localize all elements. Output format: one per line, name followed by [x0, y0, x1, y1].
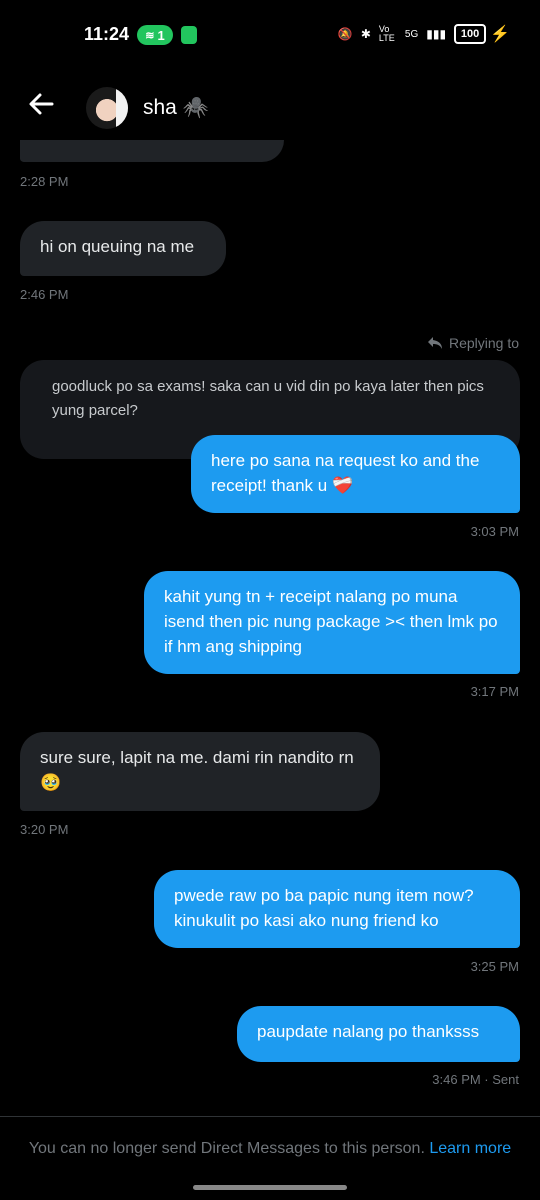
status-icons: 🔕 ✱ Vo LTE 5G ▮▮▮ 100 ⚡	[338, 24, 510, 44]
message-time: 3:17 PM	[470, 684, 519, 699]
reply-icon	[427, 337, 442, 349]
message-bubble-incoming[interactable]: hi on queuing na me	[20, 221, 226, 276]
charging-icon: ⚡	[490, 26, 510, 43]
arrow-left-icon[interactable]	[26, 89, 56, 119]
replying-to-label: Replying to	[427, 335, 519, 351]
wifi-icon: ≋	[145, 29, 155, 42]
learn-more-link[interactable]: Learn more	[429, 1140, 511, 1157]
battery-level: 100	[460, 28, 480, 40]
network-label: 5G	[404, 28, 419, 40]
message-bubble-incoming[interactable]: sure sure, lapit na me. dami rin nandito…	[20, 732, 380, 811]
message-time: 2:28 PM	[20, 174, 69, 189]
mute-icon: 🔕	[337, 27, 353, 41]
clock: 11:24	[84, 24, 130, 44]
contact-name[interactable]: sha 🕷️	[143, 96, 209, 120]
avatar[interactable]	[86, 87, 128, 129]
conversation-header: sha 🕷️	[0, 75, 540, 140]
hotspot-count: 1	[157, 27, 165, 43]
notice-text: You can no longer send Direct Messages t…	[28, 1140, 425, 1157]
signal-icon: ▮▮▮	[426, 27, 447, 41]
home-indicator[interactable]	[193, 1185, 347, 1190]
battery-icon: 100	[454, 24, 487, 44]
message-bubble-outgoing[interactable]: kahit yung tn + receipt nalang po muna i…	[144, 571, 520, 674]
message-time: 3:20 PM	[20, 822, 69, 837]
dm-disabled-notice: You can no longer send Direct Messages t…	[0, 1140, 540, 1158]
message-bubble-outgoing[interactable]: paupdate nalang po thanksss	[237, 1006, 520, 1062]
hotspot-badge: ≋ 1	[137, 25, 173, 45]
message-time: 3:25 PM	[470, 959, 519, 974]
message-bubble-outgoing[interactable]: pwede raw po ba papic nung item now? kin…	[154, 870, 520, 948]
message-time-sent: 3:46 PM · Sent	[432, 1072, 519, 1087]
bluetooth-icon: ✱	[360, 27, 371, 41]
divider	[0, 1116, 540, 1117]
replying-to-text: Replying to	[448, 335, 519, 351]
message-time: 2:46 PM	[20, 287, 69, 302]
status-bar: 11:24 ≋ 1 🔕 ✱ Vo LTE 5G ▮▮▮ 100 ⚡	[0, 0, 540, 70]
app-notification-icon	[181, 26, 197, 44]
message-time: 3:03 PM	[470, 524, 519, 539]
message-bubble-outgoing[interactable]: here po sana na request ko and the recei…	[191, 435, 520, 513]
volte-label: Vo LTE	[378, 24, 395, 43]
